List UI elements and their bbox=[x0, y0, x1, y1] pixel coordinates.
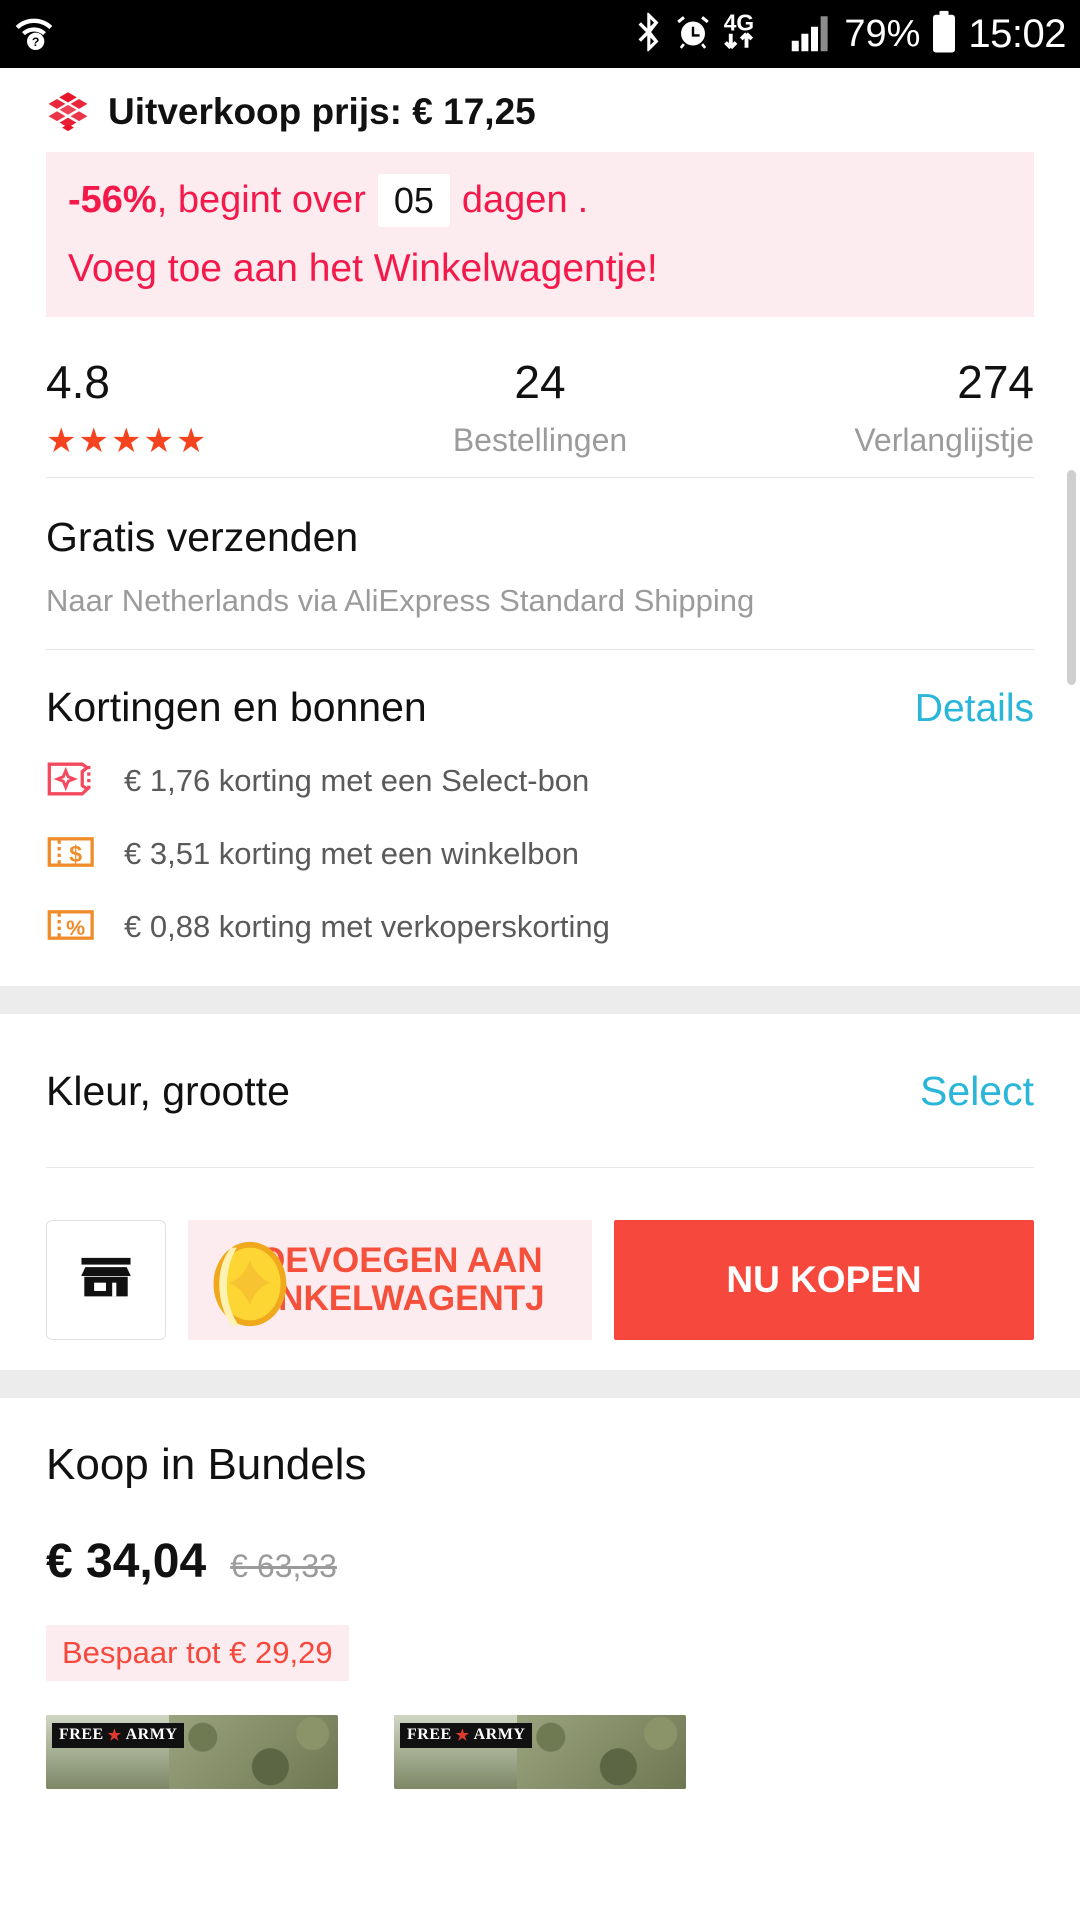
promo-banner[interactable]: -56% , begint over 05 dagen . Voeg toe a… bbox=[46, 152, 1034, 317]
battery-percent-label: 79% bbox=[844, 12, 921, 55]
bundle-old-price: € 63,33 bbox=[230, 1547, 337, 1584]
wishlist-value: 274 bbox=[957, 356, 1034, 408]
promo-countdown-line: -56% , begint over 05 dagen . bbox=[68, 174, 1012, 227]
badge-text-army: ARMY bbox=[125, 1726, 178, 1744]
cube-icon bbox=[46, 90, 90, 134]
coupon-row[interactable]: $ € 3,51 korting met een winkelbon bbox=[46, 832, 1034, 877]
action-bar: TOEVOEGEN AAN WINKELWAGENTJ NU KOPEN bbox=[0, 1219, 1080, 1370]
promo-period: . bbox=[577, 178, 589, 221]
bundle-save-badge: Bespaar tot € 29,29 bbox=[46, 1624, 349, 1681]
product-stats: 4.8 ★★★★★ 24 Bestellingen 274 Verlanglij… bbox=[0, 317, 1080, 477]
stat-rating[interactable]: 4.8 ★★★★★ bbox=[46, 357, 375, 459]
shipping-subtitle: Naar Netherlands via AliExpress Standard… bbox=[46, 582, 755, 618]
coupon-percent-icon: % bbox=[46, 905, 102, 950]
bundles-section: Koop in Bundels € 34,04 € 63,33 Bespaar … bbox=[0, 1398, 1080, 1681]
stat-orders[interactable]: 24 Bestellingen bbox=[375, 357, 704, 459]
promo-days-value: 05 bbox=[377, 174, 450, 227]
bundle-price-row: € 34,04 € 63,33 bbox=[46, 1534, 1034, 1589]
bundles-title: Koop in Bundels bbox=[46, 1439, 367, 1489]
orders-value: 24 bbox=[514, 356, 566, 408]
coupon-text: € 0,88 korting met verkoperskorting bbox=[124, 909, 610, 945]
shipping-title: Gratis verzenden bbox=[46, 513, 359, 560]
storefront-icon bbox=[75, 1246, 137, 1313]
shipping-section[interactable]: Gratis verzenden Naar Netherlands via Al… bbox=[0, 478, 1080, 649]
network-type-label: 4G bbox=[724, 9, 754, 35]
status-bar-right: 4G 79% 15:02 bbox=[634, 9, 1066, 60]
variant-title: Kleur, grootte bbox=[46, 1067, 290, 1114]
badge-text-free: FREE bbox=[407, 1726, 452, 1744]
sale-price-label: Uitverkoop prijs: € 17,25 bbox=[108, 91, 536, 132]
data-transfer-icon: 4G bbox=[722, 9, 778, 60]
coupon-row[interactable]: € 1,76 korting met een Select-bon bbox=[46, 759, 1034, 804]
section-gap bbox=[0, 1369, 1080, 1398]
clock-label: 15:02 bbox=[968, 11, 1066, 56]
page-scrollbar[interactable] bbox=[1067, 470, 1076, 685]
coupon-text: € 3,51 korting met een winkelbon bbox=[124, 836, 579, 872]
variant-selector-row[interactable]: Kleur, grootte Select bbox=[0, 1014, 1080, 1115]
svg-text:?: ? bbox=[32, 35, 40, 49]
section-gap bbox=[0, 985, 1080, 1014]
promo-days-unit: dagen bbox=[461, 178, 568, 221]
wifi-question-icon: ? bbox=[14, 12, 54, 57]
promo-mid-text: , begint over bbox=[156, 178, 366, 221]
rating-value: 4.8 bbox=[46, 356, 110, 408]
orders-label: Bestellingen bbox=[452, 421, 628, 458]
status-bar: ? 4G 79% 15:02 bbox=[0, 0, 1080, 68]
badge-text-free: FREE bbox=[59, 1726, 104, 1744]
coupon-dollar-icon: $ bbox=[46, 832, 102, 877]
coupons-title: Kortingen en bonnen bbox=[46, 683, 427, 730]
battery-icon bbox=[931, 10, 957, 59]
bundle-thumbnail-2[interactable]: FREE ★ ARMY bbox=[394, 1714, 686, 1789]
alarm-clock-icon bbox=[675, 12, 711, 57]
thumbnail-product-image bbox=[516, 1714, 686, 1789]
divider bbox=[46, 1166, 1034, 1168]
thumbnail-product-image bbox=[168, 1714, 338, 1789]
badge-text-army: ARMY bbox=[473, 1726, 526, 1744]
promo-discount-label: -56% bbox=[68, 178, 157, 221]
bundle-price: € 34,04 bbox=[46, 1534, 207, 1588]
coupons-section: Kortingen en bonnen Details € 1,76 korti… bbox=[0, 650, 1080, 986]
coupon-row[interactable]: % € 0,88 korting met verkoperskorting bbox=[46, 905, 1034, 950]
bluetooth-icon bbox=[634, 11, 664, 58]
coupon-sparkle-icon bbox=[46, 759, 102, 804]
store-button[interactable] bbox=[46, 1219, 166, 1340]
buy-now-button[interactable]: NU KOPEN bbox=[614, 1219, 1034, 1340]
badge-star-icon: ★ bbox=[455, 1727, 470, 1744]
badge-star-icon: ★ bbox=[107, 1727, 122, 1744]
bundle-thumbnails: FREE ★ ARMY FREE ★ ARMY bbox=[0, 1681, 1080, 1789]
status-bar-left: ? bbox=[14, 12, 54, 57]
thumbnail-brand-badge: FREE ★ ARMY bbox=[400, 1722, 533, 1748]
sale-price-header: Uitverkoop prijs: € 17,25 bbox=[0, 68, 1080, 144]
svg-text:%: % bbox=[66, 915, 85, 939]
promo-cta-text[interactable]: Voeg toe aan het Winkelwagentje! bbox=[68, 247, 1012, 291]
bundle-thumbnail-1[interactable]: FREE ★ ARMY bbox=[46, 1714, 338, 1789]
product-page: Uitverkoop prijs: € 17,25 -56% , begint … bbox=[0, 68, 1080, 1789]
gold-coin-icon bbox=[205, 1238, 291, 1330]
stat-wishlist[interactable]: 274 Verlanglijstje bbox=[705, 357, 1034, 459]
variant-select-link[interactable]: Select bbox=[920, 1068, 1034, 1115]
rating-stars-icon: ★★★★★ bbox=[46, 421, 209, 460]
svg-text:$: $ bbox=[69, 840, 82, 866]
coupons-header: Kortingen en bonnen Details bbox=[46, 684, 1034, 731]
thumbnail-brand-badge: FREE ★ ARMY bbox=[52, 1722, 185, 1748]
signal-bars-icon bbox=[789, 11, 833, 58]
wishlist-label: Verlanglijstje bbox=[854, 421, 1034, 458]
coupon-text: € 1,76 korting met een Select-bon bbox=[124, 763, 590, 799]
coupons-details-link[interactable]: Details bbox=[915, 687, 1034, 731]
